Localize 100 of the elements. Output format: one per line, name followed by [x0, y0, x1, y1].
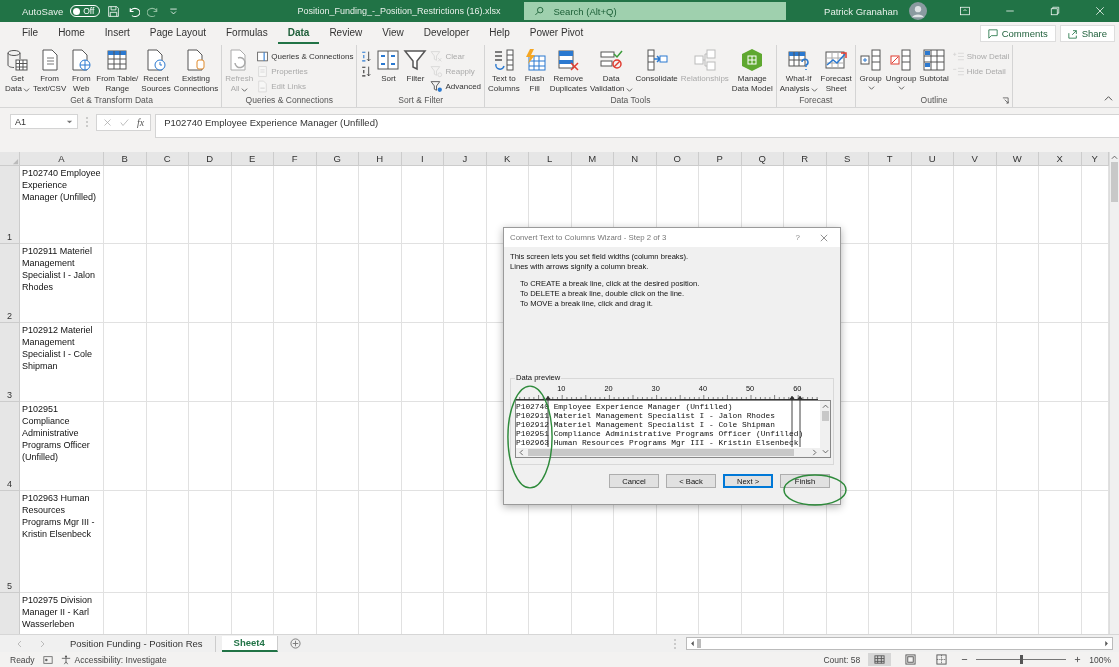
ribbon-command[interactable]: Queries & Connections [255, 49, 355, 63]
ruler-scale[interactable] [515, 392, 818, 400]
column-header[interactable]: A [20, 152, 104, 166]
ribbon-command[interactable]: What-If Analysis [778, 48, 819, 94]
ribbon-display-icon[interactable] [959, 5, 971, 17]
scroll-right-icon[interactable] [1104, 640, 1110, 647]
column-header[interactable]: E [231, 152, 274, 166]
ribbon-command[interactable]: From Web [68, 48, 95, 94]
column-header[interactable]: J [444, 152, 487, 166]
scroll-left-icon[interactable] [689, 640, 695, 647]
ribbon-tab[interactable]: Power Pivot [519, 23, 594, 44]
restore-icon[interactable] [1049, 5, 1061, 17]
ribbon-tab[interactable]: Page Layout [139, 23, 216, 44]
column-header[interactable]: M [571, 152, 614, 166]
scroll-right-icon[interactable] [812, 449, 818, 456]
ribbon-command[interactable]: Forecast Sheet [819, 48, 853, 94]
share-button[interactable]: Share [1059, 25, 1115, 42]
column-header[interactable]: D [189, 152, 232, 166]
column-header[interactable]: F [274, 152, 317, 166]
scroll-thumb[interactable] [1111, 162, 1118, 202]
enter-icon[interactable] [120, 118, 129, 127]
horizontal-scrollbar[interactable] [516, 448, 820, 457]
column-header[interactable]: H [359, 152, 402, 166]
vertical-scrollbar[interactable] [820, 401, 830, 457]
add-sheet-icon[interactable] [289, 638, 301, 649]
column-header[interactable]: L [529, 152, 572, 166]
ribbon-command[interactable]: Data Validation [589, 48, 634, 94]
ribbon-command[interactable]: Remove Duplicates [548, 48, 588, 94]
avatar-icon[interactable] [909, 2, 927, 20]
slider-thumb[interactable] [1020, 655, 1024, 664]
dialog-launcher-icon[interactable] [1002, 97, 1010, 104]
ribbon-command[interactable]: Text to Columns [487, 48, 521, 94]
column-header[interactable]: Y [1081, 152, 1109, 166]
row-header[interactable]: 5 [0, 491, 20, 593]
column-header[interactable]: S [826, 152, 869, 166]
zoom-level[interactable]: 100% [1089, 654, 1111, 665]
ribbon-tab[interactable]: Review [319, 23, 373, 44]
collapse-ribbon-icon[interactable] [1104, 94, 1113, 103]
scroll-down-icon[interactable] [821, 449, 829, 455]
search-field[interactable]: Search (Alt+Q) [523, 2, 786, 20]
column-header[interactable]: Q [741, 152, 784, 166]
column-header[interactable]: P [699, 152, 742, 166]
comments-button[interactable]: Comments [979, 25, 1056, 42]
scroll-left-icon[interactable] [518, 449, 524, 456]
column-header[interactable]: I [401, 152, 444, 166]
accessibility-button[interactable]: Accessibility: Investigate [60, 654, 167, 665]
column-header[interactable]: O [656, 152, 699, 166]
save-icon[interactable] [107, 4, 121, 18]
splitter-handle-icon[interactable] [673, 637, 677, 650]
splitter-handle-icon[interactable] [85, 116, 89, 128]
column-header[interactable]: U [911, 152, 954, 166]
ribbon-tab[interactable]: View [372, 23, 414, 44]
normal-view-icon[interactable] [868, 653, 892, 666]
ribbon-tab[interactable]: File [12, 23, 49, 44]
ribbon-tab[interactable]: Formulas [216, 23, 278, 44]
cancel-icon[interactable] [103, 118, 112, 127]
column-header[interactable]: B [104, 152, 147, 166]
macro-record-icon[interactable] [42, 654, 53, 665]
column-header[interactable]: K [486, 152, 529, 166]
sheet-tab[interactable]: Position Funding - Position Res [58, 635, 216, 652]
ribbon-command[interactable]: Consolidate [634, 48, 679, 84]
ribbon-command[interactable]: Filter [402, 48, 429, 84]
ribbon-command[interactable]: Group [857, 48, 884, 91]
ribbon-command[interactable]: Flash Fill [521, 48, 548, 94]
scroll-thumb[interactable] [697, 639, 701, 648]
row-header[interactable]: 4 [0, 402, 20, 491]
sheet-tab[interactable]: Sheet4 [221, 635, 278, 652]
ribbon-command[interactable]: From Table/ Range [95, 48, 140, 94]
column-header[interactable]: V [954, 152, 997, 166]
ribbon-command[interactable]: Subtotal [918, 48, 950, 84]
column-header[interactable]: X [1039, 152, 1082, 166]
horizontal-scrollbar[interactable] [686, 637, 1113, 650]
ribbon-command[interactable]: Recent Sources [140, 48, 172, 94]
scroll-thumb[interactable] [528, 449, 794, 456]
vertical-scrollbar[interactable] [1109, 152, 1119, 634]
column-header[interactable]: N [614, 152, 657, 166]
ribbon-tab[interactable]: Developer [413, 23, 480, 44]
user-name[interactable]: Patrick Granahan [824, 5, 898, 17]
zoom-in-icon[interactable] [1074, 656, 1082, 663]
ribbon-tab[interactable]: Help [479, 23, 520, 44]
ribbon-command[interactable]: Sort [375, 48, 402, 84]
column-header[interactable]: R [784, 152, 827, 166]
column-header[interactable]: C [146, 152, 189, 166]
previous-sheet-icon[interactable] [16, 639, 22, 648]
scroll-thumb[interactable] [821, 411, 829, 421]
row-header[interactable]: 3 [0, 323, 20, 402]
ribbon-command[interactable]: Manage Data Model [730, 48, 774, 94]
ribbon-command[interactable]: Advanced [429, 79, 483, 93]
zoom-out-icon[interactable] [961, 656, 969, 663]
help-button[interactable]: ? [795, 233, 800, 242]
ribbon-command[interactable]: From Text/CSV [31, 48, 68, 94]
file-name[interactable]: Position_Funding_-_Position_Restrictions (16).xlsx [297, 6, 501, 16]
ribbon-command[interactable]: Existing Connections [172, 48, 220, 94]
scroll-up-icon[interactable] [1111, 154, 1118, 160]
close-icon[interactable] [820, 233, 828, 242]
column-header[interactable]: T [869, 152, 912, 166]
column-header[interactable]: W [996, 152, 1039, 166]
row-header[interactable]: 2 [0, 244, 20, 323]
next-sheet-icon[interactable] [40, 639, 46, 648]
name-box[interactable]: A1 [10, 114, 78, 129]
